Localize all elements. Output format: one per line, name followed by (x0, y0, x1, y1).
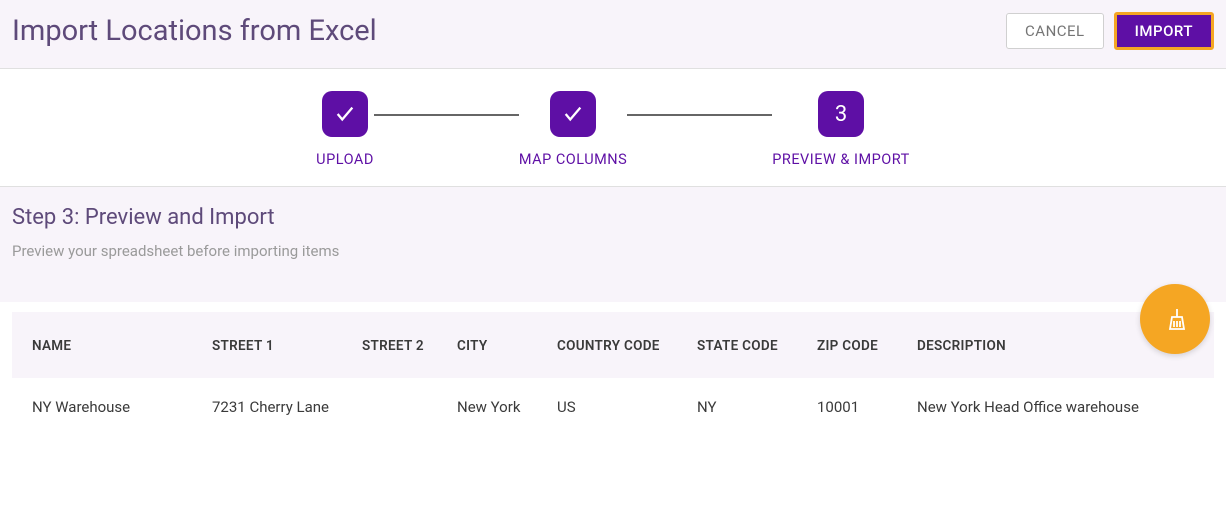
col-header-countrycode: COUNTRY CODE (537, 312, 677, 378)
page-title: Import Locations from Excel (12, 14, 377, 48)
step-label-3: PREVIEW & IMPORT (772, 151, 910, 168)
step-label-1: UPLOAD (316, 151, 374, 168)
step-connector (374, 114, 519, 116)
preview-table-wrap: NAME STREET 1 STREET 2 CITY COUNTRY CODE… (0, 312, 1226, 436)
stepper-section: UPLOAD MAP COLUMNS 3 PREVIEW & IMPORT (0, 69, 1226, 187)
clean-fab-button[interactable] (1140, 284, 1210, 354)
broom-icon (1163, 307, 1187, 331)
cell-city: New York (437, 378, 537, 436)
table-header-row: NAME STREET 1 STREET 2 CITY COUNTRY CODE… (12, 312, 1214, 378)
col-header-statecode: STATE CODE (677, 312, 797, 378)
step-indicator-2 (550, 91, 596, 137)
cancel-button[interactable]: CANCEL (1006, 13, 1104, 49)
col-header-street2: STREET 2 (342, 312, 437, 378)
table-header: NAME STREET 1 STREET 2 CITY COUNTRY CODE… (12, 312, 1214, 378)
section-title: Step 3: Preview and Import (12, 205, 1214, 230)
checkmark-icon (562, 103, 584, 125)
cell-statecode: NY (677, 378, 797, 436)
step-connector (627, 114, 772, 116)
col-header-city: CITY (437, 312, 537, 378)
cell-street2 (342, 378, 437, 436)
step-preview-import[interactable]: 3 PREVIEW & IMPORT (772, 91, 910, 168)
import-button[interactable]: IMPORT (1114, 12, 1214, 50)
col-header-name: NAME (12, 312, 192, 378)
table-row: NY Warehouse 7231 Cherry Lane New York U… (12, 378, 1214, 436)
stepper: UPLOAD MAP COLUMNS 3 PREVIEW & IMPORT (0, 91, 1226, 168)
step-indicator-1 (322, 91, 368, 137)
preview-table: NAME STREET 1 STREET 2 CITY COUNTRY CODE… (12, 312, 1214, 436)
step-upload[interactable]: UPLOAD (316, 91, 374, 168)
col-header-zipcode: ZIP CODE (797, 312, 897, 378)
cell-countrycode: US (537, 378, 677, 436)
checkmark-icon (334, 103, 356, 125)
section-subtitle: Preview your spreadsheet before importin… (12, 242, 1214, 260)
step-indicator-3: 3 (818, 91, 864, 137)
table-body: NY Warehouse 7231 Cherry Lane New York U… (12, 378, 1214, 436)
step-map-columns[interactable]: MAP COLUMNS (519, 91, 627, 168)
header-bar: Import Locations from Excel CANCEL IMPOR… (0, 0, 1226, 69)
cell-name: NY Warehouse (12, 378, 192, 436)
step-description-section: Step 3: Preview and Import Preview your … (0, 187, 1226, 302)
header-buttons: CANCEL IMPORT (1006, 12, 1214, 50)
cell-description: New York Head Office warehouse (897, 378, 1214, 436)
col-header-street1: STREET 1 (192, 312, 342, 378)
cell-zipcode: 10001 (797, 378, 897, 436)
cell-street1: 7231 Cherry Lane (192, 378, 342, 436)
step-label-2: MAP COLUMNS (519, 151, 627, 168)
